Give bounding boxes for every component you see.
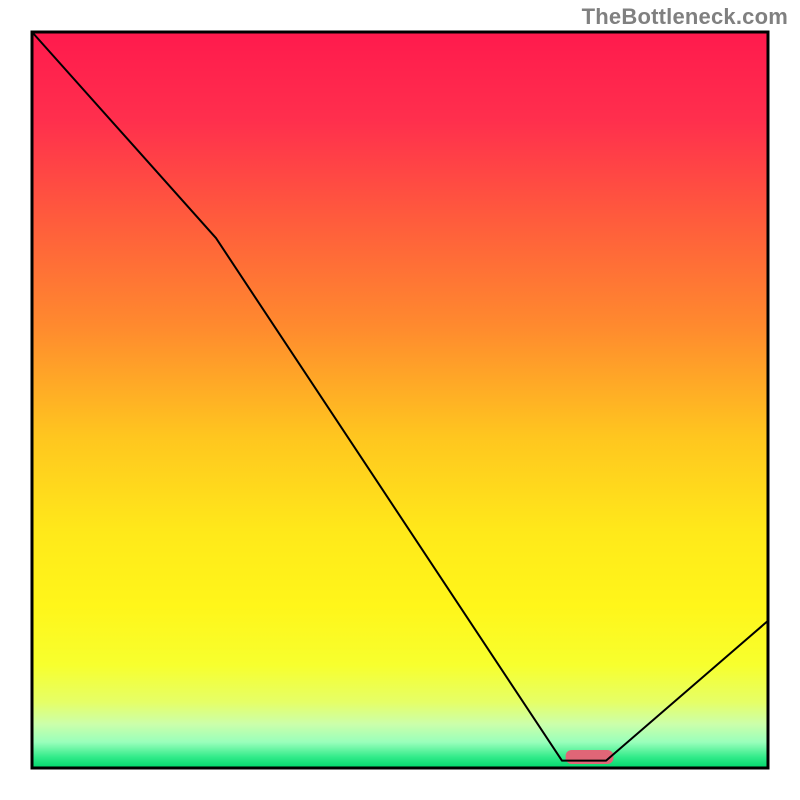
watermark-text: TheBottleneck.com xyxy=(582,4,788,30)
bottleneck-chart xyxy=(0,0,800,800)
plot-background xyxy=(32,32,768,768)
chart-container: TheBottleneck.com xyxy=(0,0,800,800)
highlight-marker xyxy=(566,750,614,764)
